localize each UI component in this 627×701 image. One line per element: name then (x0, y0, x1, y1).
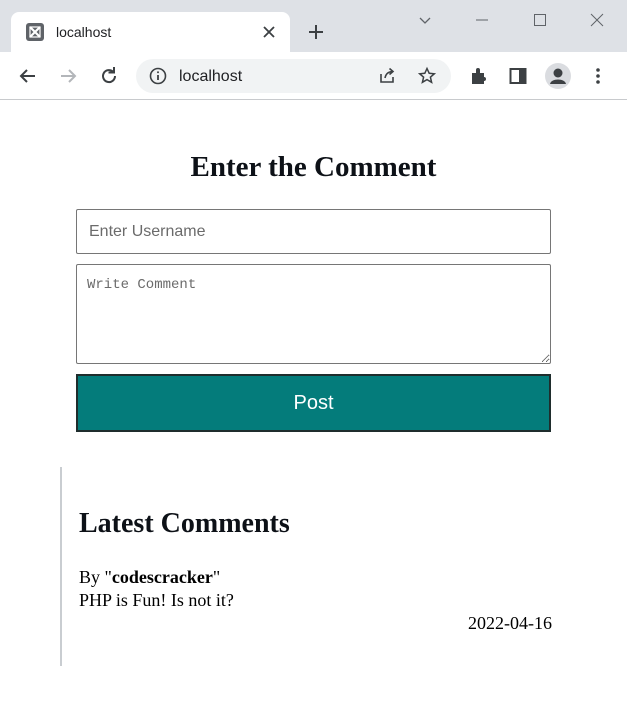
username-input[interactable] (76, 209, 551, 254)
page-content: Enter the Comment Post Latest Comments B… (0, 101, 627, 701)
xampp-favicon-icon (26, 23, 44, 41)
maximize-icon[interactable] (528, 8, 552, 32)
browser-tab[interactable]: localhost (11, 12, 290, 52)
info-icon[interactable] (148, 66, 168, 91)
url-text: localhost (179, 68, 243, 85)
menu-icon[interactable] (586, 64, 610, 88)
tab-search-icon[interactable] (413, 8, 437, 32)
latest-comments-title: Latest Comments (79, 508, 290, 539)
by-suffix: " (212, 567, 221, 587)
tab-title: localhost (56, 24, 112, 40)
forward-icon[interactable] (56, 64, 80, 88)
form-title: Enter the Comment (190, 151, 437, 183)
minimize-icon[interactable] (470, 8, 494, 32)
comment-textarea[interactable] (76, 264, 551, 364)
comment-author-line: By "codescracker" (79, 567, 220, 588)
profile-icon[interactable] (545, 63, 571, 89)
new-tab-icon[interactable] (304, 20, 328, 44)
post-button[interactable]: Post (76, 374, 551, 432)
browser-toolbar: localhost (0, 52, 627, 100)
back-icon[interactable] (16, 64, 40, 88)
extensions-icon[interactable] (467, 64, 491, 88)
share-icon[interactable] (377, 66, 397, 91)
by-prefix: By " (79, 567, 112, 587)
bookmark-star-icon[interactable] (417, 66, 437, 91)
tab-strip: localhost (0, 0, 627, 52)
comment-date: 2022-04-16 (468, 613, 552, 633)
reload-icon[interactable] (97, 64, 121, 88)
address-bar[interactable]: localhost (136, 59, 451, 93)
latest-comments-section: Latest Comments By "codescracker" PHP is… (60, 467, 570, 666)
tab-close-icon[interactable] (258, 21, 280, 43)
comment-text: PHP is Fun! Is not it? (79, 590, 234, 610)
close-window-icon[interactable] (585, 8, 609, 32)
comment-author: codescracker (111, 567, 213, 587)
side-panel-icon[interactable] (506, 64, 530, 88)
